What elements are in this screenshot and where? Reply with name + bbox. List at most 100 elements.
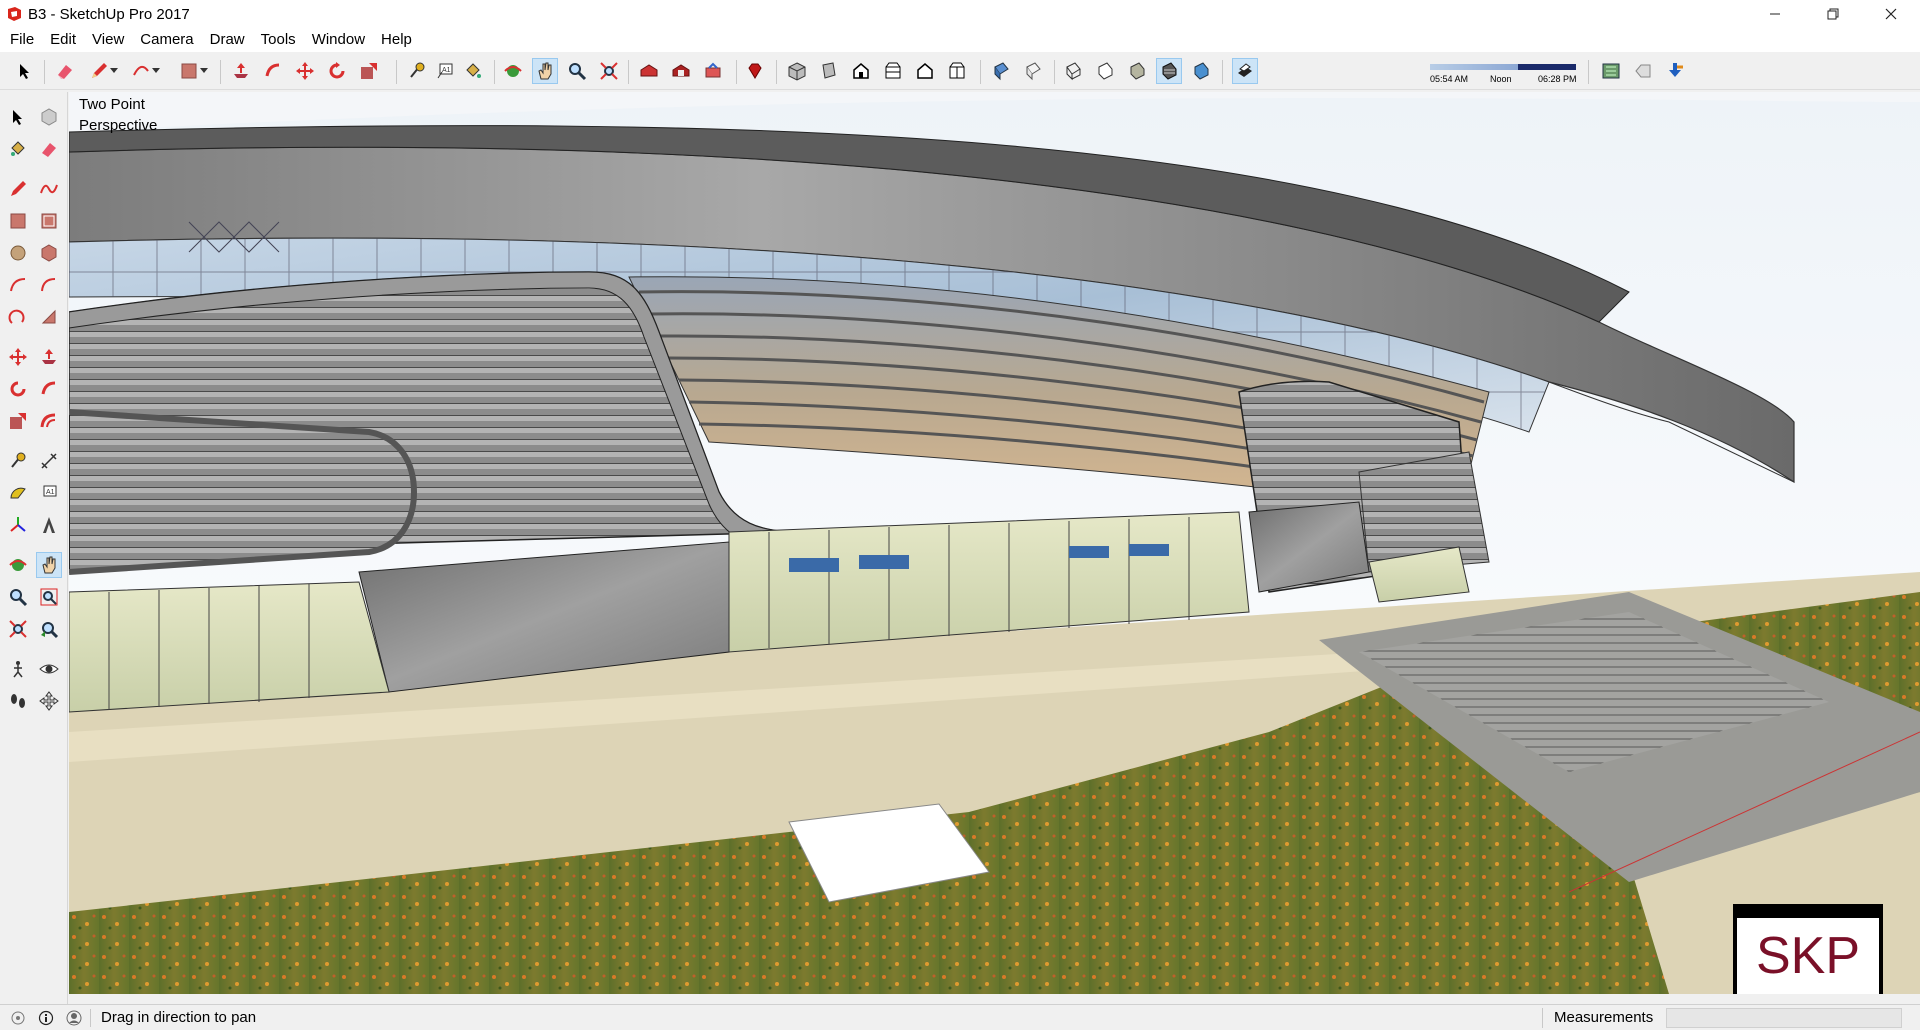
top-view-button[interactable] xyxy=(816,58,842,84)
follow-me-button[interactable] xyxy=(260,58,286,84)
eraser-tool-button[interactable] xyxy=(36,136,62,162)
scale-tool-button[interactable] xyxy=(356,58,382,84)
back-view-button[interactable] xyxy=(912,58,938,84)
axes-tool-button[interactable] xyxy=(5,512,31,538)
line-tool-dropdown[interactable] xyxy=(108,58,120,84)
orbit-button[interactable] xyxy=(500,58,526,84)
eraser-icon xyxy=(58,65,72,79)
push-pull-button[interactable] xyxy=(36,344,62,370)
restore-button[interactable] xyxy=(1804,0,1862,28)
zoom-extents-button[interactable] xyxy=(596,58,622,84)
section-plane-button[interactable] xyxy=(36,688,62,714)
model-info-button[interactable] xyxy=(1598,58,1624,84)
text-tool-button[interactable]: A1 xyxy=(36,480,62,506)
left-view-button[interactable] xyxy=(944,58,970,84)
paint-bucket-button[interactable] xyxy=(5,136,31,162)
chevron-down-icon xyxy=(152,68,160,73)
3d-text-button[interactable] xyxy=(36,512,62,538)
camera-projection-label: Two Point Perspective xyxy=(79,94,157,136)
select-tool-button[interactable] xyxy=(5,104,31,130)
xray-button[interactable] xyxy=(988,58,1014,84)
3d-warehouse-button[interactable] xyxy=(636,58,662,84)
walk-button[interactable] xyxy=(5,688,31,714)
arc-tool-dropdown[interactable] xyxy=(150,58,162,84)
extension-warehouse-button[interactable] xyxy=(668,58,694,84)
zoom-button[interactable] xyxy=(5,584,31,610)
shape-tool-dropdown[interactable] xyxy=(198,58,210,84)
tape-measure-button[interactable] xyxy=(5,448,31,474)
close-button[interactable] xyxy=(1862,0,1920,28)
scale-tool-button[interactable] xyxy=(5,408,31,434)
two-point-arc-button[interactable] xyxy=(36,272,62,298)
follow-me-button[interactable] xyxy=(36,376,62,402)
dimension-tool-button[interactable] xyxy=(36,448,62,474)
protractor-button[interactable] xyxy=(5,480,31,506)
line-tool-button[interactable] xyxy=(5,176,31,202)
look-around-button[interactable] xyxy=(36,656,62,682)
rectangle-tool-button[interactable] xyxy=(5,208,31,234)
menu-draw[interactable]: Draw xyxy=(202,28,253,52)
select-tool-button[interactable] xyxy=(12,58,38,84)
window-controls xyxy=(1746,0,1920,28)
zoom-window-button[interactable] xyxy=(36,584,62,610)
right-view-button[interactable] xyxy=(880,58,906,84)
menu-view[interactable]: View xyxy=(84,28,132,52)
skp-badge-text: SKP xyxy=(1755,927,1861,985)
freehand-tool-button[interactable] xyxy=(36,176,62,202)
zoom-button[interactable] xyxy=(564,58,590,84)
eraser-tool-button[interactable] xyxy=(52,58,78,84)
previous-view-button[interactable] xyxy=(36,616,62,642)
paint-bucket-button[interactable] xyxy=(460,58,486,84)
menu-window[interactable]: Window xyxy=(304,28,373,52)
back-edges-button[interactable] xyxy=(1020,58,1046,84)
front-view-button[interactable] xyxy=(848,58,874,84)
menu-camera[interactable]: Camera xyxy=(132,28,201,52)
add-location-button[interactable] xyxy=(1630,58,1656,84)
three-point-arc-button[interactable] xyxy=(5,304,31,330)
measurements-input[interactable] xyxy=(1666,1008,1902,1028)
menu-edit[interactable]: Edit xyxy=(42,28,84,52)
orbit-button[interactable] xyxy=(5,552,31,578)
iso-view-button[interactable] xyxy=(784,58,810,84)
drawing-area[interactable]: Two Point Perspective SKP xyxy=(69,92,1920,994)
push-pull-button[interactable] xyxy=(228,58,254,84)
status-bar: Drag in direction to pan Measurements xyxy=(0,1004,1920,1030)
text-tool-button[interactable]: A1 xyxy=(432,58,458,84)
move-tool-button[interactable] xyxy=(292,58,318,84)
3d-text-icon xyxy=(43,517,55,533)
account-button[interactable] xyxy=(64,1008,84,1028)
circle-tool-button[interactable] xyxy=(5,240,31,266)
wireframe-button[interactable] xyxy=(1060,58,1086,84)
position-camera-button[interactable] xyxy=(5,656,31,682)
window-title: B3 - SketchUp Pro 2017 xyxy=(28,5,190,23)
minimize-button[interactable] xyxy=(1746,0,1804,28)
ruby-console-button[interactable] xyxy=(742,58,768,84)
move-tool-button[interactable] xyxy=(5,344,31,370)
rotated-rectangle-button[interactable] xyxy=(36,208,62,234)
pie-tool-button[interactable] xyxy=(36,304,62,330)
menu-file[interactable]: File xyxy=(2,28,42,52)
offset-tool-button[interactable] xyxy=(36,408,62,434)
pan-button[interactable] xyxy=(36,552,62,578)
shaded-textures-button[interactable] xyxy=(1156,58,1182,84)
menu-help[interactable]: Help xyxy=(373,28,420,52)
time-start-label: 05:54 AM xyxy=(1430,74,1469,84)
rotate-tool-button[interactable] xyxy=(5,376,31,402)
make-component-button[interactable] xyxy=(36,104,62,130)
zoom-extents-button[interactable] xyxy=(5,616,31,642)
monochrome-button[interactable] xyxy=(1188,58,1214,84)
share-model-button[interactable] xyxy=(700,58,726,84)
credits-button[interactable] xyxy=(36,1008,56,1028)
rotate-tool-button[interactable] xyxy=(324,58,350,84)
menu-tools[interactable]: Tools xyxy=(253,28,304,52)
hidden-line-button[interactable] xyxy=(1092,58,1118,84)
shaded-button[interactable] xyxy=(1124,58,1150,84)
pan-button[interactable] xyxy=(532,58,558,84)
display-shadows-button[interactable] xyxy=(1232,58,1258,84)
polygon-tool-button[interactable] xyxy=(36,240,62,266)
arc-tool-button[interactable] xyxy=(5,272,31,298)
tape-measure-button[interactable] xyxy=(404,58,430,84)
toggle-terrain-button[interactable] xyxy=(1662,58,1688,84)
geolocation-button[interactable] xyxy=(8,1008,28,1028)
camera-label-line1: Two Point xyxy=(79,96,145,113)
